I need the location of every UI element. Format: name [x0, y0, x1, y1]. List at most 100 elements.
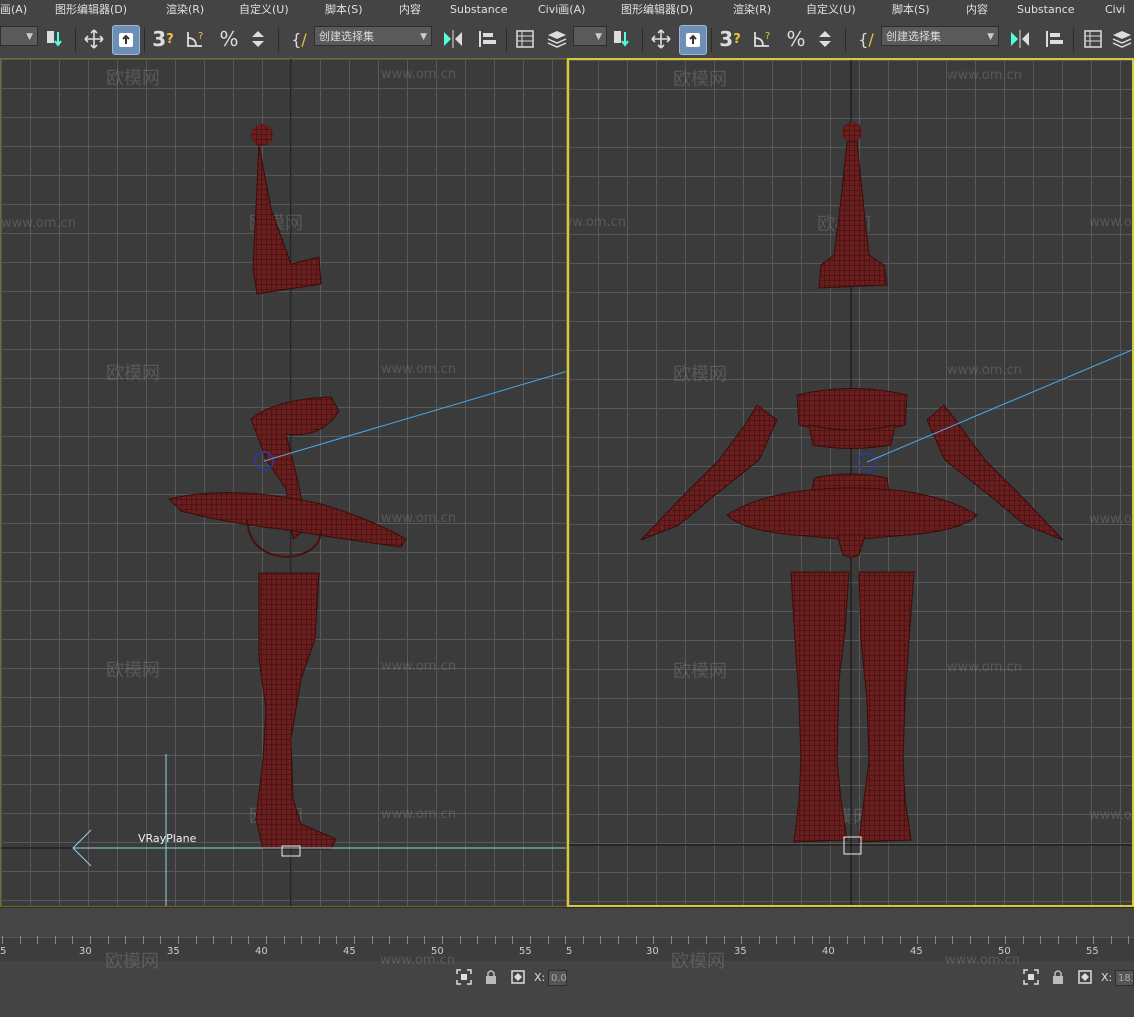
skirt-mesh[interactable] — [168, 492, 407, 559]
align-icon[interactable] — [474, 25, 500, 53]
menu-item-script-2[interactable]: 脚本(S) — [892, 0, 930, 20]
skirt-mesh[interactable] — [726, 473, 978, 559]
viewport-left[interactable]: 欧模网 www.om.cn 欧模网 www.om.cn 欧模网 www.om.c… — [0, 58, 567, 907]
layers-icon-2[interactable] — [1110, 25, 1134, 53]
layer-explorer-icon-2[interactable] — [1080, 25, 1106, 53]
lock-icon-2[interactable] — [1051, 969, 1065, 988]
isolate-selection-icon-2[interactable] — [1023, 969, 1039, 988]
move-icon[interactable] — [82, 25, 106, 53]
select-filter-icon-2[interactable] — [611, 25, 635, 53]
ruler-number: 50 — [431, 946, 444, 957]
hat-mesh[interactable] — [251, 124, 322, 295]
status-bar: 欧模网 www.om.cn 欧模网 www.om.cn X: 0.0 X: 18… — [0, 951, 1134, 1017]
ruler-tick — [372, 936, 373, 944]
ruler-tick — [477, 936, 478, 944]
menu-item-content-2[interactable]: 内容 — [966, 0, 988, 20]
ruler-tick — [706, 936, 707, 944]
ruler-tick — [55, 936, 56, 944]
ruler-tick — [1005, 936, 1006, 944]
ruler-tick — [548, 936, 549, 944]
ruler-number: 55 — [1086, 946, 1099, 957]
percent-snap-icon-2[interactable]: % — [783, 25, 809, 53]
chevron-down-icon: ▼ — [987, 32, 994, 42]
menu-item-graph-editor-2[interactable]: 图形编辑器(D) — [621, 0, 693, 20]
ruler-tick — [125, 936, 126, 944]
leg-mesh[interactable] — [255, 572, 337, 850]
menu-item-customize[interactable]: 自定义(U) — [239, 0, 289, 20]
menu-item-substance-2[interactable]: Substance — [1017, 0, 1075, 20]
right-viewport-scene — [569, 60, 1132, 905]
mirror-icon[interactable] — [440, 25, 466, 53]
menu-item-graph-editor[interactable]: 图形编辑器(D) — [55, 0, 127, 20]
layer-dropdown[interactable]: ▼ — [0, 26, 38, 46]
menu-item-civil-2[interactable]: Civi — [1105, 0, 1125, 20]
angle-snap-icon-2[interactable]: ? — [749, 25, 775, 53]
isolate-selection-icon[interactable] — [456, 969, 472, 988]
menu-item-content[interactable]: 内容 — [399, 0, 421, 20]
menu-item[interactable]: 画(A) — [0, 0, 27, 20]
spinner-snap-icon-2[interactable] — [813, 25, 837, 53]
ruler-tick — [1058, 936, 1059, 944]
named-selection-set-dropdown[interactable]: 创建选择集 ▼ — [314, 26, 432, 46]
vray-plane-label: VRayPlane — [138, 832, 197, 845]
right-leg-mesh[interactable] — [858, 571, 915, 843]
ruler-tick — [724, 936, 725, 944]
select-object-icon[interactable] — [112, 25, 140, 55]
ruler-tick — [143, 936, 144, 944]
absolute-mode-icon-2[interactable] — [1077, 969, 1093, 988]
ruler-tick — [829, 936, 830, 944]
time-slider-bar[interactable] — [0, 907, 1134, 938]
edit-named-selection-icon[interactable]: {/ — [286, 25, 312, 53]
menu-item-script[interactable]: 脚本(S) — [325, 0, 363, 20]
ruler-number: 30 — [646, 946, 659, 957]
snap-toggle-icon-2[interactable]: 3? — [717, 25, 743, 53]
svg-text:?: ? — [765, 31, 770, 42]
x-coordinate-field-2[interactable]: 183 — [1115, 970, 1134, 986]
spinner-snap-icon[interactable] — [246, 25, 270, 53]
ruler-tick — [495, 936, 496, 944]
hat-mesh[interactable] — [818, 122, 888, 289]
layers-icon[interactable] — [544, 25, 570, 53]
menu-item-render[interactable]: 渲染(R) — [166, 0, 204, 20]
ruler-tick — [336, 936, 337, 944]
select-filter-icon[interactable] — [44, 25, 68, 53]
separator — [75, 28, 76, 52]
svg-text:?: ? — [198, 31, 203, 42]
snap-label: 3 — [152, 27, 167, 51]
mirror-icon-2[interactable] — [1007, 25, 1033, 53]
layer-explorer-icon[interactable] — [512, 25, 538, 53]
ruler-tick — [565, 936, 566, 944]
menu-item-substance[interactable]: Substance — [450, 0, 508, 20]
chevron-down-icon: ▼ — [420, 32, 427, 42]
move-icon-2[interactable] — [649, 25, 673, 53]
x-coordinate-field[interactable]: 0.0 — [548, 970, 567, 986]
snap-toggle-icon[interactable]: 3? — [150, 25, 176, 53]
lock-icon[interactable] — [484, 969, 498, 988]
layer-dropdown-2[interactable]: ▼ — [573, 26, 607, 46]
viewport-right-active[interactable]: 欧模网 www.om.cn www.om.cn 欧模网 www.om.cn 欧模… — [567, 58, 1134, 907]
ruler-tick — [864, 936, 865, 944]
absolute-mode-icon[interactable] — [510, 969, 526, 988]
ruler-tick — [1023, 936, 1024, 944]
ruler-tick — [812, 936, 813, 944]
angle-snap-icon[interactable]: ? — [182, 25, 208, 53]
ruler-tick — [776, 936, 777, 944]
edit-named-selection-icon-2[interactable]: {/ — [853, 25, 879, 53]
ruler-tick — [935, 936, 936, 944]
separator — [506, 28, 507, 52]
ruler-tick — [442, 936, 443, 944]
menu-item-render-2[interactable]: 渲染(R) — [733, 0, 771, 20]
select-object-icon-2[interactable] — [679, 25, 707, 55]
ruler-tick — [90, 936, 91, 944]
top-mesh[interactable] — [796, 388, 908, 449]
align-icon-2[interactable] — [1041, 25, 1067, 53]
percent-snap-icon[interactable]: % — [216, 25, 242, 53]
menu-item-civil[interactable]: Civi画(A) — [538, 0, 585, 20]
left-leg-mesh[interactable] — [790, 571, 850, 843]
track-bar-ruler[interactable]: 5 30 35 40 45 50 55 5 30 35 40 45 50 55 — [0, 936, 1134, 962]
vray-plane-gizmo[interactable] — [72, 754, 567, 907]
ruler-tick — [354, 936, 355, 944]
menu-item-customize-2[interactable]: 自定义(U) — [806, 0, 856, 20]
ruler-number: 5 — [0, 946, 7, 957]
named-selection-set-dropdown-2[interactable]: 创建选择集 ▼ — [881, 26, 999, 46]
